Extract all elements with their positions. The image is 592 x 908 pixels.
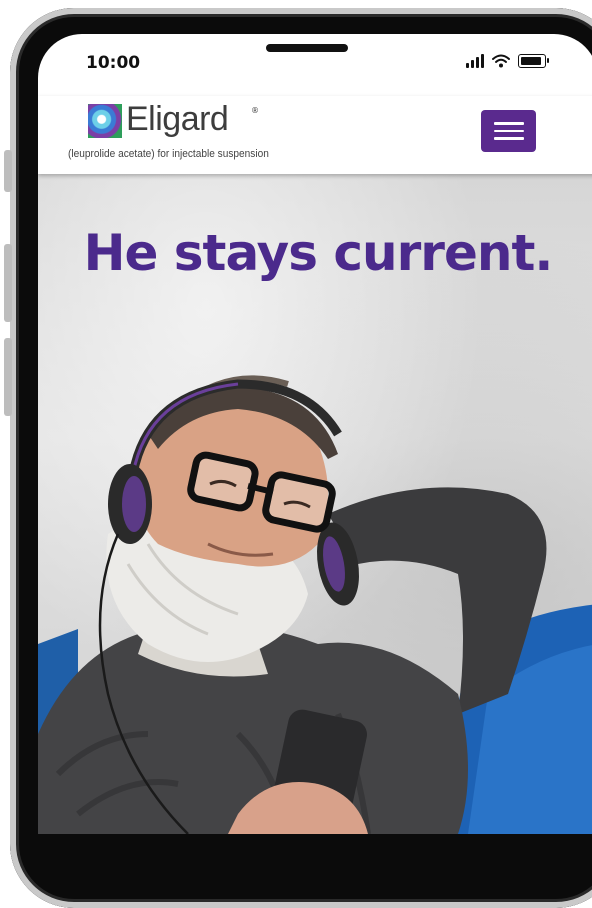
hamburger-menu-button[interactable] [481, 110, 536, 152]
hero-section: He stays current. [38, 174, 592, 834]
hamburger-line [493, 129, 524, 133]
phone-side-button-volume-up [4, 244, 12, 322]
cellular-signal-icon [466, 54, 484, 68]
phone-screen: 10:00 Eligard ® (leuprolide acetate) for… [38, 34, 592, 834]
logo-wordmark: Eligard [126, 100, 229, 138]
phone-side-button-mute [4, 150, 12, 192]
hamburger-menu-icon [493, 122, 524, 125]
status-icons [466, 54, 549, 68]
logo-subtitle: (leuprolide acetate) for injectable susp… [68, 148, 269, 160]
eligard-logo-mark-icon [88, 104, 122, 138]
status-time: 10:00 [86, 53, 141, 73]
hamburger-line [493, 137, 524, 140]
phone-side-button-volume-down [4, 338, 12, 416]
site-header: Eligard ® (leuprolide acetate) for injec… [38, 96, 592, 174]
logo-registered-mark: ® [251, 106, 259, 115]
wifi-icon [492, 54, 510, 68]
status-bar: 10:00 [38, 34, 592, 94]
phone-notch [266, 44, 348, 52]
battery-icon [518, 54, 549, 68]
hero-headline: He stays current. [83, 224, 554, 282]
